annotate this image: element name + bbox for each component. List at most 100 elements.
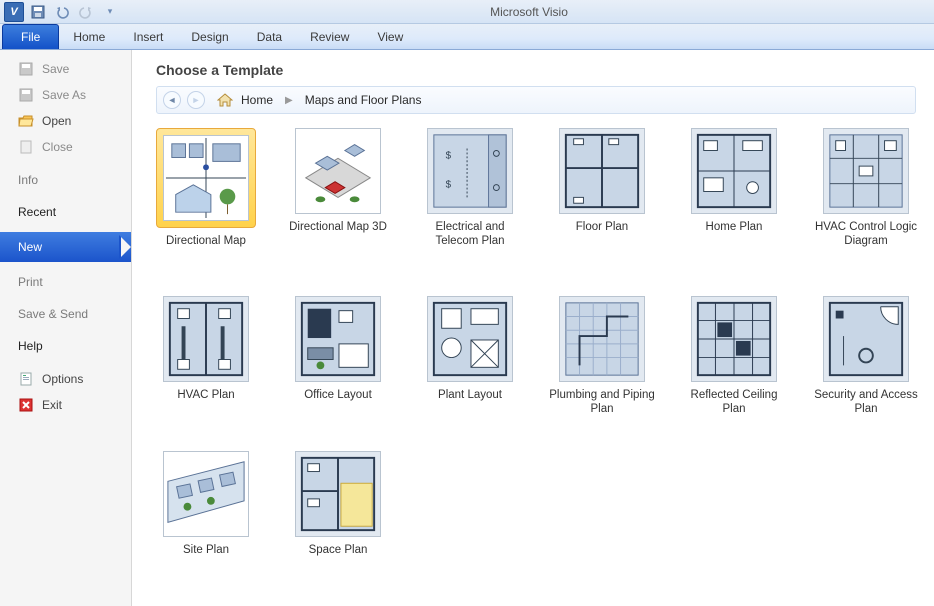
sidebar-close[interactable]: Close	[0, 134, 131, 160]
template-plumbing-piping[interactable]: Plumbing and Piping Plan	[552, 296, 652, 417]
undo-icon	[55, 5, 69, 19]
home-icon	[217, 93, 233, 107]
template-plant-layout[interactable]: Plant Layout	[420, 296, 520, 417]
sidebar-item-label: Recent	[18, 205, 56, 219]
sidebar-exit[interactable]: Exit	[0, 392, 131, 418]
options-icon	[18, 371, 34, 387]
sidebar-item-label: Exit	[42, 398, 62, 412]
sidebar-item-label: Info	[18, 173, 38, 187]
arrow-left-icon: ◄	[168, 95, 177, 105]
tab-file[interactable]: File	[2, 24, 59, 49]
sidebar-options[interactable]: Options	[0, 366, 131, 392]
sidebar-item-label: Save & Send	[18, 307, 88, 321]
ribbon-tab-strip: File Home Insert Design Data Review View	[0, 24, 934, 50]
quick-access-toolbar: V ▾	[0, 2, 124, 22]
window-title: Microsoft Visio	[124, 5, 934, 19]
template-space-plan[interactable]: Space Plan	[288, 451, 388, 571]
template-floor-plan[interactable]: Floor Plan	[552, 128, 652, 262]
svg-text:$: $	[446, 180, 452, 191]
template-thumb	[163, 296, 249, 382]
sidebar-item-label: Close	[42, 140, 73, 154]
save-icon	[31, 5, 45, 19]
svg-text:$: $	[446, 150, 452, 161]
backstage-view: Save Save As Open Close Info Recent New …	[0, 50, 934, 606]
template-thumb	[823, 296, 909, 382]
template-thumb	[295, 451, 381, 537]
template-grid: Directional Map Directional Map 3D $$ El…	[156, 128, 916, 571]
template-directional-map-3d[interactable]: Directional Map 3D	[288, 128, 388, 262]
template-security-access[interactable]: Security and Access Plan	[816, 296, 916, 417]
sidebar-open[interactable]: Open	[0, 108, 131, 134]
sidebar-save-send[interactable]: Save & Send	[0, 302, 131, 326]
template-label: HVAC Control Logic Diagram	[810, 220, 922, 249]
template-reflected-ceiling[interactable]: Reflected Ceiling Plan	[684, 296, 784, 417]
sidebar-save-as[interactable]: Save As	[0, 82, 131, 108]
template-label: HVAC Plan	[150, 388, 262, 416]
title-bar: V ▾ Microsoft Visio	[0, 0, 934, 24]
template-label: Space Plan	[282, 543, 394, 571]
breadcrumb-current[interactable]: Maps and Floor Plans	[303, 93, 424, 107]
template-hvac-plan[interactable]: HVAC Plan	[156, 296, 256, 417]
sidebar-info[interactable]: Info	[0, 168, 131, 192]
backstage-sidebar: Save Save As Open Close Info Recent New …	[0, 50, 132, 606]
folder-open-icon	[18, 113, 34, 129]
template-thumb	[427, 296, 513, 382]
save-icon	[18, 61, 34, 77]
sidebar-item-label: Options	[42, 372, 83, 386]
template-thumb	[823, 128, 909, 214]
chevron-right-icon: ▶	[281, 95, 297, 106]
panel-heading: Choose a Template	[156, 62, 916, 78]
template-electrical-telecom-plan[interactable]: $$ Electrical and Telecom Plan	[420, 128, 520, 262]
template-label: Home Plan	[678, 220, 790, 248]
redo-button[interactable]	[76, 2, 96, 22]
close-doc-icon	[18, 139, 34, 155]
template-thumb	[559, 296, 645, 382]
template-panel: Choose a Template ◄ ► Home ▶ Maps and Fl…	[132, 50, 934, 606]
save-as-icon	[18, 87, 34, 103]
template-thumb	[163, 451, 249, 537]
visio-logo-icon: V	[4, 2, 24, 22]
template-home-plan[interactable]: Home Plan	[684, 128, 784, 262]
template-label: Site Plan	[150, 543, 262, 571]
sidebar-print[interactable]: Print	[0, 270, 131, 294]
exit-icon	[18, 397, 34, 413]
undo-button[interactable]	[52, 2, 72, 22]
app-icon[interactable]: V	[4, 2, 24, 22]
breadcrumb-home[interactable]: Home	[239, 93, 275, 107]
sidebar-save[interactable]: Save	[0, 56, 131, 82]
template-thumb	[295, 296, 381, 382]
template-label: Electrical and Telecom Plan	[414, 220, 526, 249]
template-thumb	[691, 128, 777, 214]
sidebar-item-label: Save	[42, 62, 69, 76]
template-label: Floor Plan	[546, 220, 658, 248]
sidebar-item-label: New	[18, 240, 42, 254]
tab-review[interactable]: Review	[296, 25, 363, 49]
tab-insert[interactable]: Insert	[119, 25, 177, 49]
tab-data[interactable]: Data	[243, 25, 296, 49]
sidebar-recent[interactable]: Recent	[0, 200, 131, 224]
template-thumb	[691, 296, 777, 382]
sidebar-help[interactable]: Help	[0, 334, 131, 358]
sidebar-new[interactable]: New	[0, 232, 131, 262]
tab-view[interactable]: View	[363, 25, 417, 49]
tab-home[interactable]: Home	[59, 25, 119, 49]
nav-back-button[interactable]: ◄	[163, 91, 181, 109]
arrow-right-icon: ►	[192, 95, 201, 105]
redo-icon	[79, 5, 93, 19]
template-office-layout[interactable]: Office Layout	[288, 296, 388, 417]
sidebar-item-label: Open	[42, 114, 71, 128]
save-qat-button[interactable]	[28, 2, 48, 22]
sidebar-item-label: Save As	[42, 88, 86, 102]
template-thumb	[163, 135, 249, 221]
template-directional-map[interactable]: Directional Map	[156, 128, 256, 262]
template-thumb: $$	[427, 128, 513, 214]
qat-customize[interactable]: ▾	[100, 2, 120, 22]
template-label: Plant Layout	[414, 388, 526, 416]
template-hvac-control-logic[interactable]: HVAC Control Logic Diagram	[816, 128, 916, 262]
tab-design[interactable]: Design	[177, 25, 242, 49]
template-label: Directional Map 3D	[282, 220, 394, 248]
template-site-plan[interactable]: Site Plan	[156, 451, 256, 571]
sidebar-item-label: Print	[18, 275, 43, 289]
nav-forward-button[interactable]: ►	[187, 91, 205, 109]
template-thumb	[295, 128, 381, 214]
